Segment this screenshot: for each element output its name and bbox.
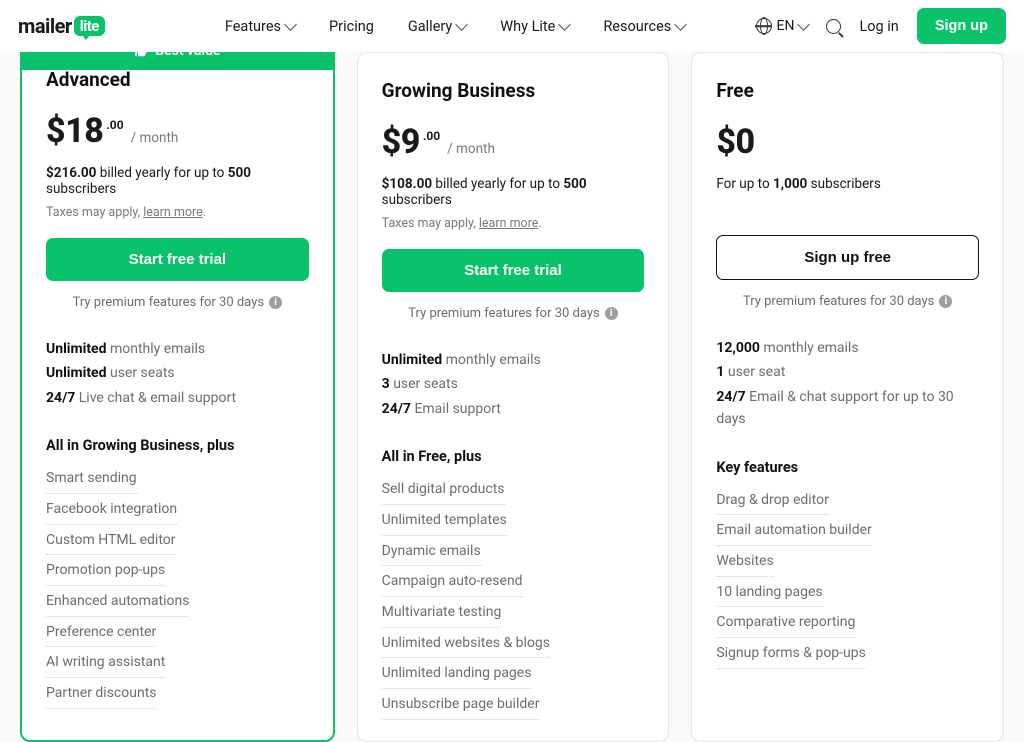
feature-item: Campaign auto-resend	[382, 567, 523, 597]
feature-item: Comparative reporting	[716, 608, 855, 638]
tax-learn-more-link[interactable]: learn more	[143, 205, 203, 220]
plan-limit: Unlimited monthly emails	[382, 349, 645, 371]
feature-item: Unlimited templates	[382, 506, 507, 536]
main-nav: Features Pricing Gallery Why Lite Resources	[225, 18, 685, 35]
search-icon[interactable]	[826, 19, 841, 34]
feature-item: Unlimited websites & blogs	[382, 629, 550, 659]
feature-item: Unsubscribe page builder	[382, 690, 540, 720]
feature-item: Sell digital products	[382, 475, 505, 505]
info-icon[interactable]: i	[605, 307, 618, 320]
chevron-down-icon	[798, 18, 811, 31]
nav-label: Gallery	[408, 18, 452, 35]
plan-price: $0	[716, 122, 979, 162]
feature-item: Websites	[716, 547, 773, 577]
logo-text: mailer	[18, 14, 72, 38]
plan-limit: 3 user seats	[382, 373, 645, 395]
feature-list: Smart sendingFacebook integrationCustom …	[46, 464, 309, 708]
feature-section-title: Key features	[716, 459, 979, 476]
info-icon[interactable]: i	[939, 295, 952, 308]
feature-item: Custom HTML editor	[46, 526, 176, 556]
plan-name: Advanced	[46, 68, 309, 91]
feature-item: Smart sending	[46, 464, 137, 494]
plan-limit: 1 user seat	[716, 361, 979, 383]
nav-label: Features	[225, 18, 281, 35]
feature-item: Partner discounts	[46, 679, 157, 709]
trial-note: Try premium features for 30 days i	[46, 295, 309, 310]
plan-limit: 24/7 Live chat & email support	[46, 387, 309, 409]
feature-item: Unlimited landing pages	[382, 659, 532, 689]
plan-limit: 12,000 monthly emails	[716, 337, 979, 359]
feature-item: Signup forms & pop-ups	[716, 639, 866, 669]
trial-note: Try premium features for 30 days i	[716, 294, 979, 309]
language-selector[interactable]: EN	[756, 18, 809, 34]
feature-list: Drag & drop editorEmail automation build…	[716, 486, 979, 669]
plan-limit: 24/7 Email support	[382, 398, 645, 420]
feature-item: AI writing assistant	[46, 648, 165, 678]
plan-card-growing-business: Growing Business $9.00/ month $108.00 bill…	[357, 52, 670, 742]
nav-label: Resources	[603, 18, 671, 35]
header-right: EN Log in Sign up	[756, 8, 1006, 44]
tax-note: Taxes may apply, learn more.	[382, 216, 645, 231]
billing-line: $108.00 billed yearly for up to 500 subs…	[382, 176, 645, 208]
plan-card-advanced: Best valueAdvanced$18.00/ month$216.00 b…	[20, 40, 335, 742]
nav-label: Pricing	[329, 18, 374, 35]
billing-line: $216.00 billed yearly for up to 500 subs…	[46, 165, 309, 197]
logo[interactable]: mailer lite	[18, 14, 105, 38]
plan-card-free: Free $0 For up to 1,000 subscribers Sign up…	[691, 52, 1004, 742]
plan-price: $18.00/ month	[46, 111, 309, 151]
login-link[interactable]: Log in	[859, 18, 898, 35]
nav-label: Why Lite	[500, 18, 555, 35]
feature-item: Multivariate testing	[382, 598, 502, 628]
logo-badge: lite	[74, 16, 105, 36]
plan-cta-button[interactable]: Start free trial	[46, 238, 309, 281]
nav-gallery[interactable]: Gallery	[408, 18, 466, 35]
feature-item: Facebook integration	[46, 495, 177, 525]
plan-price: $9.00/ month	[382, 122, 645, 162]
chevron-down-icon	[674, 18, 687, 31]
plan-cta-button[interactable]: Start free trial	[382, 249, 645, 292]
chevron-down-icon	[455, 18, 468, 31]
feature-item: Drag & drop editor	[716, 486, 829, 516]
globe-icon	[756, 18, 772, 34]
plan-limit: Unlimited monthly emails	[46, 338, 309, 360]
feature-section-title: All in Growing Business, plus	[46, 437, 309, 454]
feature-item: Dynamic emails	[382, 537, 481, 567]
feature-item: Preference center	[46, 618, 156, 648]
nav-pricing[interactable]: Pricing	[329, 18, 374, 35]
tax-note: Taxes may apply, learn more.	[46, 205, 309, 220]
feature-item: Promotion pop-ups	[46, 556, 165, 586]
feature-item: Enhanced automations	[46, 587, 189, 617]
plan-name: Growing Business	[382, 79, 645, 102]
language-label: EN	[777, 18, 795, 34]
feature-list: Sell digital productsUnlimited templates…	[382, 475, 645, 719]
feature-item: Email automation builder	[716, 516, 871, 546]
trial-note: Try premium features for 30 days i	[382, 306, 645, 321]
billing-line: For up to 1,000 subscribers	[716, 176, 979, 192]
plan-limit: 24/7 Email & chat support for up to 30 d…	[716, 386, 979, 431]
nav-why-lite[interactable]: Why Lite	[500, 18, 569, 35]
feature-item: 10 landing pages	[716, 578, 822, 608]
nav-features[interactable]: Features	[225, 18, 295, 35]
info-icon[interactable]: i	[269, 296, 282, 309]
chevron-down-icon	[558, 18, 571, 31]
signup-button[interactable]: Sign up	[917, 8, 1006, 44]
plan-cta-button[interactable]: Sign up free	[716, 235, 979, 280]
site-header: mailer lite Features Pricing Gallery Why Li…	[0, 0, 1024, 52]
pricing-cards: Best valueAdvanced$18.00/ month$216.00 b…	[0, 52, 1024, 742]
nav-resources[interactable]: Resources	[603, 18, 685, 35]
feature-section-title: All in Free, plus	[382, 448, 645, 465]
plan-limit: Unlimited user seats	[46, 362, 309, 384]
chevron-down-icon	[284, 18, 297, 31]
tax-learn-more-link[interactable]: learn more	[479, 216, 539, 231]
plan-name: Free	[716, 79, 979, 102]
